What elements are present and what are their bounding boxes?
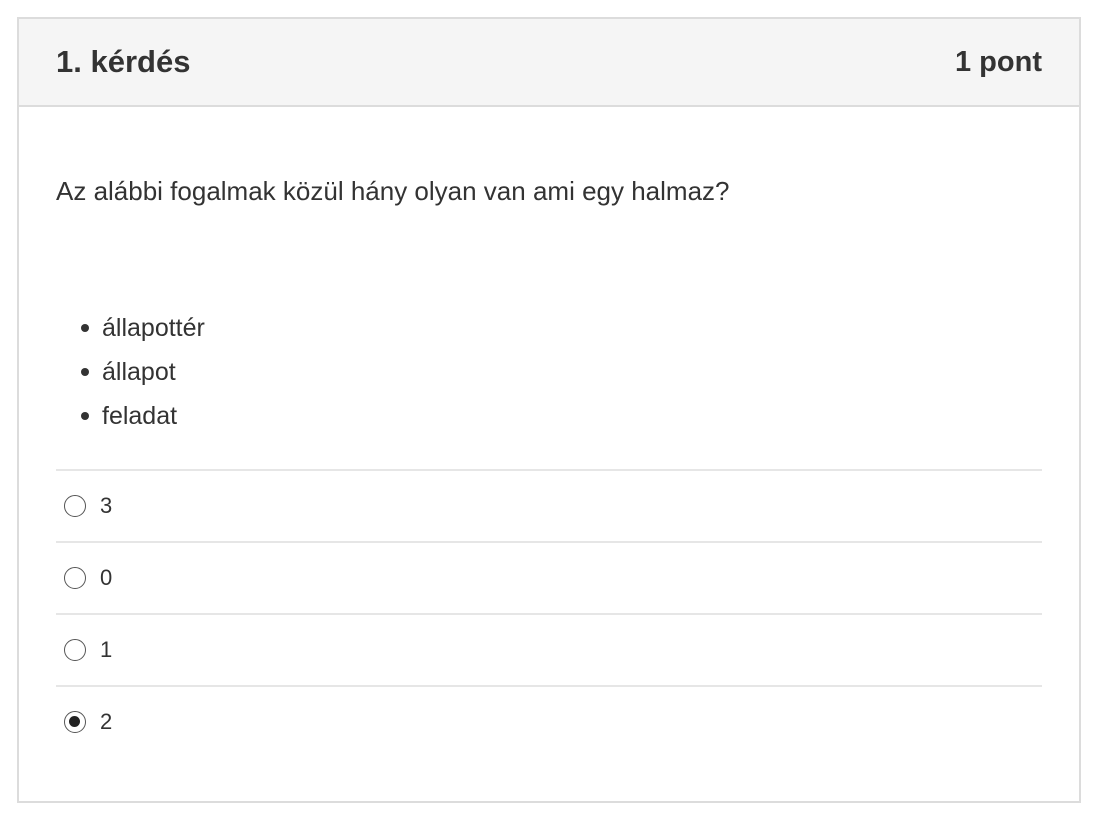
answer-label[interactable]: 2 (100, 709, 112, 735)
bullet-icon (81, 324, 89, 332)
question-card: 1. kérdés 1 pont Az alábbi fogalmak közü… (17, 17, 1081, 803)
concept-list: állapottér állapot feladat (56, 306, 1042, 438)
answer-label[interactable]: 1 (100, 637, 112, 663)
answer-option[interactable]: 2 (56, 687, 1042, 757)
answer-option[interactable]: 3 (56, 471, 1042, 543)
list-item: állapot (56, 350, 1042, 394)
radio-button[interactable] (64, 495, 86, 517)
list-item-label: feladat (102, 402, 178, 430)
answer-option[interactable]: 0 (56, 543, 1042, 615)
list-item-label: állapot (102, 358, 176, 386)
question-title: 1. kérdés (56, 44, 191, 79)
question-body: Az alábbi fogalmak közül hány olyan van … (19, 107, 1079, 757)
list-item: állapottér (56, 306, 1042, 350)
radio-button[interactable] (64, 639, 86, 661)
list-item-label: állapottér (102, 314, 205, 342)
radio-button[interactable] (64, 567, 86, 589)
question-text: Az alábbi fogalmak közül hány olyan van … (56, 176, 730, 206)
list-item: feladat (56, 394, 1042, 438)
answer-label[interactable]: 3 (100, 493, 112, 519)
bullet-icon (81, 412, 89, 420)
question-points: 1 pont (955, 45, 1042, 78)
answer-options: 3 0 1 2 (56, 469, 1042, 757)
answer-option[interactable]: 1 (56, 615, 1042, 687)
bullet-icon (81, 368, 89, 376)
radio-button[interactable] (64, 711, 86, 733)
question-header: 1. kérdés 1 pont (19, 19, 1079, 107)
answer-label[interactable]: 0 (100, 565, 112, 591)
